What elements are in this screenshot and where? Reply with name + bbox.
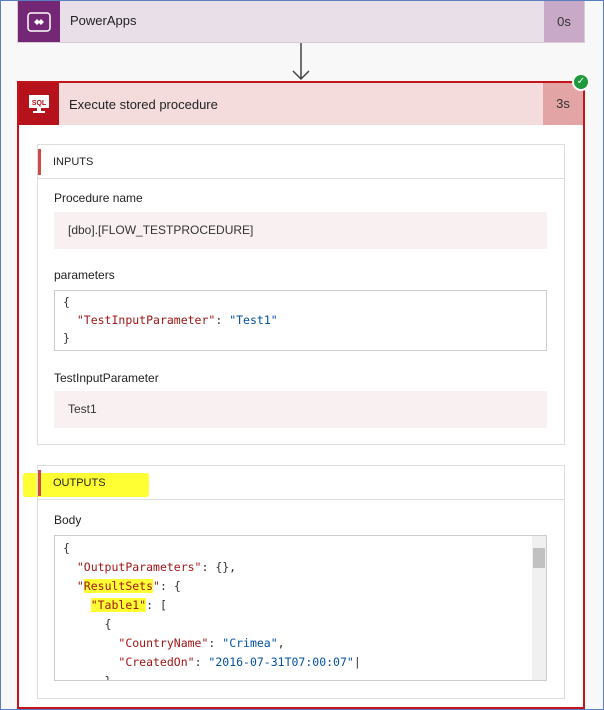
code-value: "Test1" — [229, 313, 278, 327]
code-key: ResultSets — [83, 579, 154, 593]
code-key: "CreatedOn" — [118, 655, 195, 669]
code-key: "Table1" — [90, 598, 147, 612]
action-header[interactable]: SQL Execute stored procedure 3s — [19, 83, 583, 125]
trigger-duration: 0s — [544, 1, 584, 42]
powerapps-icon — [18, 1, 60, 42]
svg-text:SQL: SQL — [32, 100, 47, 107]
action-title: Execute stored procedure — [69, 97, 218, 112]
code-line: } — [63, 331, 70, 345]
body-code[interactable]: { "OutputParameters": {}, "ResultSets": … — [54, 535, 547, 681]
code-key: "CountryName" — [118, 636, 209, 650]
code-key: "OutputParameters" — [76, 560, 202, 574]
trigger-card-powerapps[interactable]: PowerApps 0s — [17, 1, 585, 43]
test-input-parameter-label: TestInputParameter — [54, 371, 159, 385]
procedure-name-value: [dbo].[FLOW_TESTPROCEDURE] — [54, 212, 547, 249]
body-label: Body — [54, 513, 82, 527]
code-line: { — [63, 295, 70, 309]
code-punct: : [ — [146, 598, 167, 612]
procedure-name-label: Procedure name — [54, 191, 143, 205]
sql-icon: SQL — [19, 83, 59, 125]
code-key: "TestInputParameter" — [76, 313, 216, 327]
code-punct: : { — [159, 579, 181, 593]
code-line: }, — [104, 674, 119, 681]
outputs-panel: OUTPUTS Body { "OutputParameters": {}, "… — [37, 465, 565, 699]
code-punct: : {}, — [201, 560, 237, 574]
inputs-panel: INPUTS Procedure name [dbo].[FLOW_TESTPR… — [37, 144, 565, 445]
parameters-label: parameters — [54, 268, 115, 282]
parameters-code[interactable]: { "TestInputParameter": "Test1" } — [54, 290, 547, 351]
success-check-icon: ✓ — [572, 73, 590, 91]
trigger-title: PowerApps — [70, 13, 137, 28]
code-punct: : — [215, 313, 230, 327]
code-line: { — [104, 617, 112, 631]
code-scrollbar[interactable] — [532, 536, 546, 680]
outputs-header[interactable]: OUTPUTS — [38, 466, 564, 500]
arrow-down-icon — [292, 43, 310, 81]
scrollbar-thumb[interactable] — [533, 548, 545, 568]
test-input-parameter-value: Test1 — [54, 391, 547, 428]
code-line: { — [63, 541, 70, 555]
code-value: "2016-07-31T07:00:07" — [208, 655, 354, 669]
inputs-header[interactable]: INPUTS — [38, 145, 564, 179]
code-value: "Crimea" — [222, 636, 278, 650]
